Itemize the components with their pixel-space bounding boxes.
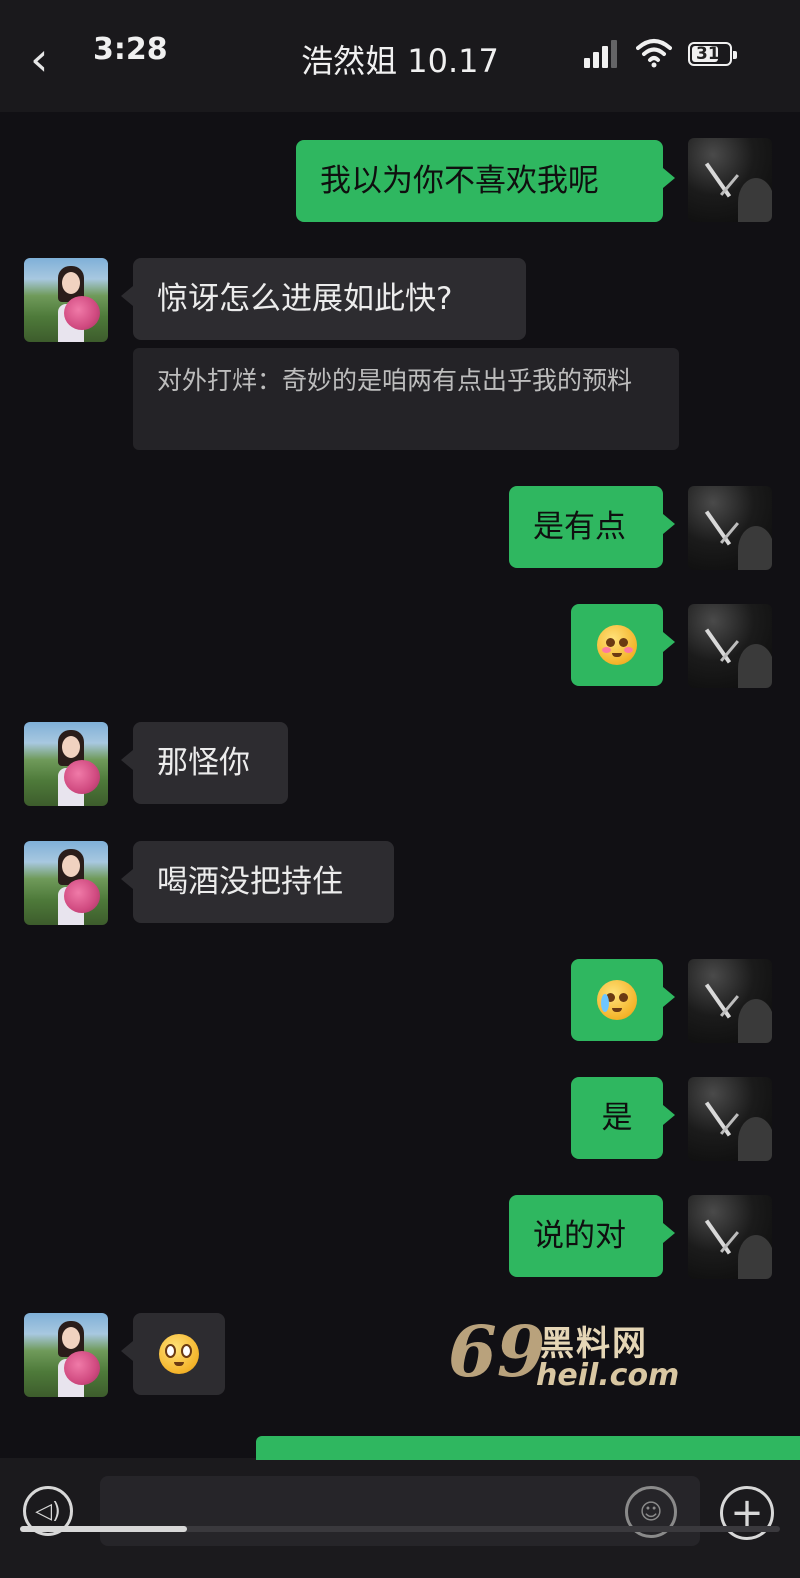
my-avatar[interactable] [688,1195,772,1279]
chat-title: 浩然姐 10.17 [301,42,499,80]
watermark-domain: heil.com [536,1358,680,1393]
outgoing-bubble[interactable]: 是有点 [509,486,675,568]
teary-face-emoji [597,980,637,1020]
message-row: 喝酒没把持住 [0,841,800,927]
message-row: 我以为你不喜欢我呢 [0,138,800,224]
message-row: 是 [0,1077,800,1163]
incoming-bubble[interactable]: 那怪你 [121,722,288,804]
battery-icon: 31 [688,42,737,66]
message-row: 惊讶怎么进展如此快? [0,258,800,344]
emoji-icon: ☺ [639,1499,663,1525]
outgoing-bubble[interactable] [571,959,675,1041]
watermark-number: 69 [448,1310,546,1393]
contact-avatar[interactable] [24,722,108,806]
video-progress-bar[interactable] [20,1526,780,1532]
message-list[interactable]: 我以为你不喜欢我呢 惊讶怎么进展如此快? 对外打烊：奇妙的是咱两有点出乎我的预料… [0,112,800,1458]
my-avatar[interactable] [688,1077,772,1161]
incoming-bubble[interactable]: 喝酒没把持住 [121,841,394,923]
my-avatar[interactable] [688,486,772,570]
outgoing-bubble[interactable]: 说的对 [509,1195,675,1277]
partial-outgoing-bubble [256,1436,800,1460]
message-row [0,604,800,690]
input-bar: ◁) ☺ + [0,1436,800,1578]
contact-avatar[interactable] [24,1313,108,1397]
message-row: 是有点 [0,486,800,572]
battery-level: 31 [696,44,720,64]
signal-icon [584,40,622,68]
message-row: 那怪你 [0,722,800,808]
pleading-face-emoji [159,1334,199,1374]
incoming-bubble[interactable] [121,1313,225,1395]
message-row: 说的对 [0,1195,800,1281]
my-avatar[interactable] [688,959,772,1043]
outgoing-bubble[interactable]: 我以为你不喜欢我呢 [296,140,675,222]
my-avatar[interactable] [688,604,772,688]
message-row [0,959,800,1045]
outgoing-bubble[interactable]: 是 [571,1077,675,1159]
chat-header: ‹ 3:28 浩然姐 10.17 31 [0,0,800,112]
contact-avatar[interactable] [24,258,108,342]
quoted-message[interactable]: 对外打烊：奇妙的是咱两有点出乎我的预料 [133,348,679,450]
back-button[interactable]: ‹ [30,34,60,84]
wifi-icon [636,39,672,68]
outgoing-bubble[interactable] [571,604,675,686]
my-avatar[interactable] [688,138,772,222]
status-time: 3:28 [93,32,168,67]
contact-avatar[interactable] [24,841,108,925]
blushing-face-emoji [597,625,637,665]
voice-icon: ◁) [35,1498,61,1524]
progress-fill [20,1526,188,1532]
incoming-bubble[interactable]: 惊讶怎么进展如此快? [121,258,526,340]
watermark-logo: 69 黑料网 heil.com [448,1306,718,1402]
message-input[interactable] [100,1476,700,1546]
